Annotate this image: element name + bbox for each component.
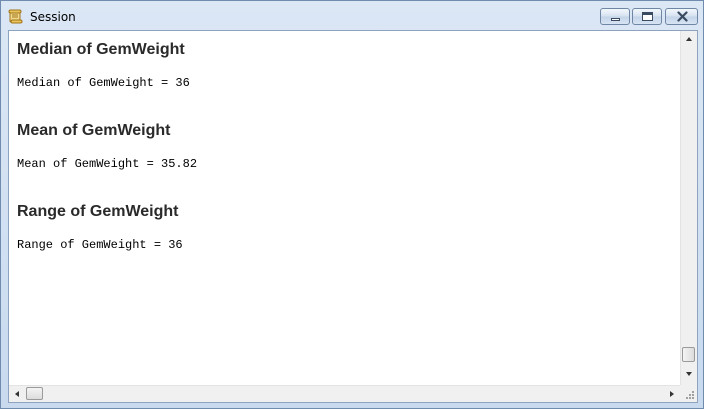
session-output[interactable]: Median of GemWeight Median of GemWeight … <box>9 31 680 385</box>
resize-corner[interactable] <box>680 385 697 402</box>
maximize-icon <box>642 12 653 21</box>
result-line-mean: Mean of GemWeight = 35.82 <box>17 157 198 171</box>
maximize-button[interactable] <box>632 8 662 25</box>
resize-grip-icon[interactable] <box>685 390 695 400</box>
section-heading-median: Median of GemWeight <box>17 41 185 58</box>
close-button[interactable] <box>665 8 698 25</box>
section-heading-mean: Mean of GemWeight <box>17 122 171 139</box>
scroll-left-arrow-icon[interactable] <box>15 391 19 397</box>
session-pane: Median of GemWeight Median of GemWeight … <box>8 30 698 403</box>
section-heading-range: Range of GemWeight <box>17 203 179 220</box>
result-line-median: Median of GemWeight = 36 <box>17 76 190 90</box>
minimize-button[interactable] <box>600 8 630 25</box>
close-icon <box>677 11 688 22</box>
vertical-scrollbar[interactable] <box>680 31 697 385</box>
vertical-scroll-thumb[interactable] <box>682 347 695 362</box>
horizontal-scroll-thumb[interactable] <box>26 387 43 400</box>
scroll-icon[interactable] <box>8 9 23 24</box>
horizontal-scrollbar[interactable] <box>9 385 680 402</box>
scroll-down-arrow-icon[interactable] <box>686 372 692 376</box>
window-title: Session <box>30 10 76 24</box>
session-window: Session Median of GemWeight Median of Ge… <box>0 0 704 409</box>
scroll-right-arrow-icon[interactable] <box>670 391 674 397</box>
title-bar[interactable]: Session <box>1 1 703 30</box>
result-line-range: Range of GemWeight = 36 <box>17 238 183 252</box>
scroll-up-arrow-icon[interactable] <box>686 37 692 41</box>
minimize-icon <box>611 18 620 21</box>
